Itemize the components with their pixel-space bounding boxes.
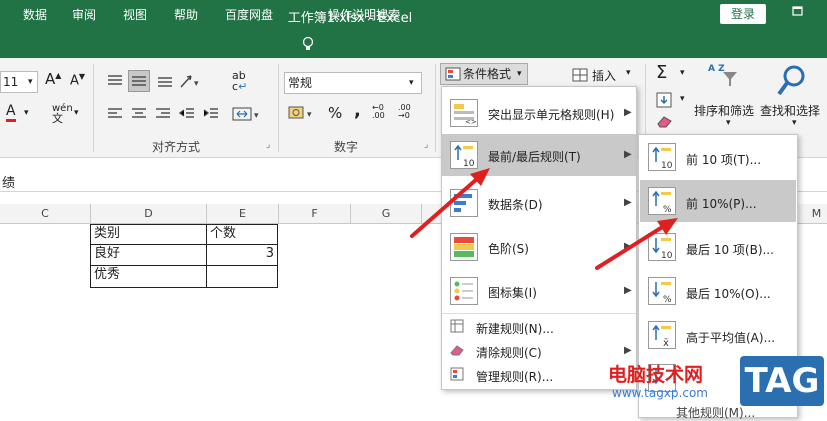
- arrow-to-top-10-percent: [595, 224, 666, 270]
- annotation-arrows: [410, 168, 678, 270]
- watermark-text: 电脑技术网: [608, 364, 704, 386]
- tag-logo: TAG: [740, 356, 824, 406]
- arrow-to-top-bottom-rules: [410, 176, 480, 238]
- watermark-url: www.tagxp.com: [612, 386, 708, 400]
